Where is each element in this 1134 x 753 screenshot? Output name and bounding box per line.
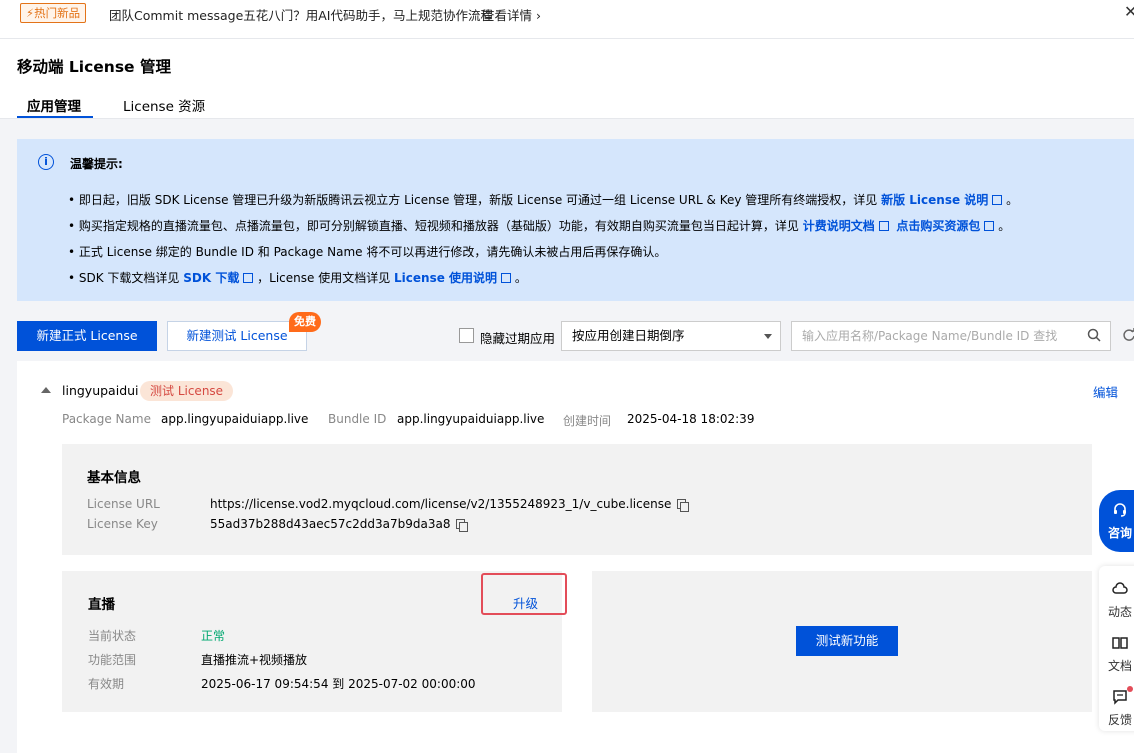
notice-line: • 即日起，旧版 SDK License 管理已升级为新版腾讯云视立方 Lice… — [68, 191, 1018, 208]
page-header: 移动端 License 管理 应用管理 License 资源 — [0, 39, 1134, 119]
notice-text: • SDK 下载文档详见 — [68, 271, 184, 285]
license-url-label: License URL — [87, 497, 160, 511]
license-url-value: https://license.vod2.myqcloud.com/licens… — [210, 497, 690, 512]
sdk-download-link[interactable]: SDK 下载 — [183, 271, 239, 285]
upgrade-link[interactable]: 升级 — [513, 593, 538, 612]
hide-expired-checkbox[interactable] — [459, 328, 474, 343]
license-key-value: 55ad37b288d43aec57c2dd3a7b9da3a8 — [210, 517, 469, 532]
scope-value: 直播推流+视频播放 — [201, 653, 308, 667]
app-card: lingyupaidui 测试 License 编辑 Package Name … — [17, 361, 1134, 753]
new-test-license-button[interactable]: 新建测试 License — [167, 321, 307, 351]
side-item-label: 动态 — [1108, 605, 1133, 619]
banner-text[interactable]: 团队Commit message五花八门？用AI代码助手，马上规范协作流程 — [109, 5, 493, 24]
side-item-updates[interactable]: 动态 — [1099, 572, 1134, 622]
notice-box: i 温馨提示: • 即日起，旧版 SDK License 管理已升级为新版腾讯云… — [17, 139, 1134, 301]
refresh-icon[interactable] — [1122, 328, 1134, 342]
license-usage-link[interactable]: License 使用说明 — [394, 271, 497, 285]
hide-expired-label[interactable]: 隐藏过期应用 — [480, 328, 555, 347]
search-icon[interactable] — [1087, 328, 1101, 342]
side-item-label: 文档 — [1108, 659, 1133, 673]
external-link-icon[interactable] — [984, 221, 995, 231]
search-input[interactable] — [791, 321, 1111, 351]
notice-text: ，License 使用文档详见 — [253, 271, 395, 285]
consult-button[interactable]: 咨询 — [1099, 490, 1134, 552]
notice-text: • 即日起，旧版 SDK License 管理已升级为新版腾讯云视立方 Lice… — [68, 193, 882, 207]
package-name-value: app.lingyupaiduiapp.live — [161, 412, 309, 426]
license-key-text: 55ad37b288d43aec57c2dd3a7b9da3a8 — [210, 517, 451, 531]
close-icon[interactable]: ✕ — [1124, 2, 1134, 21]
notice-tail: 。 — [994, 219, 1011, 233]
hot-badge: ⚡热门新品 — [20, 3, 87, 23]
notice-text: • 正式 License 绑定的 Bundle ID 和 Package Nam… — [68, 245, 667, 259]
feedback-icon — [1113, 690, 1127, 705]
new-formal-license-button[interactable]: 新建正式 License — [17, 321, 157, 351]
package-name-label: Package Name — [62, 412, 151, 426]
sort-select[interactable]: 按应用创建日期倒序 — [561, 321, 781, 351]
side-item-docs[interactable]: 文档 — [1099, 626, 1134, 676]
basic-info-title: 基本信息 — [87, 470, 141, 486]
collapse-icon[interactable] — [41, 387, 51, 393]
promo-banner: ⚡热门新品 团队Commit message五花八门？用AI代码助手，马上规范协… — [0, 0, 1134, 39]
side-tools: 动态 文档 反馈 — [1099, 566, 1134, 731]
banner-details-link[interactable]: 查看详情 › — [482, 5, 541, 24]
status-value: 正常 — [201, 629, 226, 643]
notice-line: • SDK 下载文档详见 SDK 下载 ，License 使用文档详见 Lice… — [68, 269, 527, 286]
sort-select-value: 按应用创建日期倒序 — [572, 328, 685, 343]
bundle-id-value: app.lingyupaiduiapp.live — [397, 412, 545, 426]
edit-link[interactable]: 编辑 — [1093, 382, 1118, 401]
notice-title: 温馨提示: — [70, 157, 123, 171]
active-tab-indicator — [17, 116, 93, 118]
notification-dot — [1127, 686, 1133, 692]
chevron-down-icon — [764, 334, 772, 339]
test-license-badge: 测试 License — [140, 381, 234, 401]
cloud-icon — [1112, 582, 1128, 594]
copy-icon[interactable] — [677, 499, 690, 512]
validity-label: 有效期 — [88, 677, 125, 691]
free-badge: 免费 — [289, 312, 321, 332]
copy-icon[interactable] — [456, 519, 469, 532]
live-title: 直播 — [88, 597, 115, 613]
billing-doc-link[interactable]: 计费说明文档 — [803, 219, 875, 233]
test-feature-panel: 测试新功能 — [592, 571, 1092, 712]
external-link-icon[interactable] — [878, 221, 889, 231]
external-link-icon[interactable] — [501, 273, 512, 283]
license-url-text: https://license.vod2.myqcloud.com/licens… — [210, 497, 672, 511]
notice-text: • 购买指定规格的直播流量包、点播流量包，即可分别解锁直播、短视频和播放器（基础… — [68, 219, 803, 233]
external-link-icon[interactable] — [992, 195, 1003, 205]
buy-package-link[interactable]: 点击购买资源包 — [896, 219, 980, 233]
created-time-label: 创建时间 — [563, 414, 612, 428]
validity-value: 2025-06-17 09:54:54 到 2025-07-02 00:00:0… — [201, 677, 476, 691]
new-license-doc-link[interactable]: 新版 License 说明 — [881, 193, 988, 207]
page-title: 移动端 License 管理 — [17, 58, 171, 76]
consult-label: 咨询 — [1108, 526, 1133, 540]
created-time-value: 2025-04-18 18:02:39 — [627, 412, 755, 426]
scope-label: 功能范围 — [88, 653, 137, 667]
tab-license-resources[interactable]: License 资源 — [123, 95, 205, 115]
bundle-id-label: Bundle ID — [328, 412, 387, 426]
status-label: 当前状态 — [88, 629, 137, 643]
live-panel: 直播 升级 当前状态 正常 功能范围 直播推流+视频播放 有效期 2025-06… — [62, 571, 567, 712]
notice-line: • 正式 License 绑定的 Bundle ID 和 Package Nam… — [68, 243, 666, 260]
notice-tail: 。 — [511, 271, 527, 285]
test-feature-button[interactable]: 测试新功能 — [796, 626, 898, 656]
license-key-label: License Key — [87, 517, 158, 531]
tab-app-management[interactable]: 应用管理 — [27, 95, 81, 115]
side-item-feedback[interactable]: 反馈 — [1099, 680, 1134, 730]
app-name: lingyupaidui — [62, 383, 139, 398]
notice-line: • 购买指定规格的直播流量包、点播流量包，即可分别解锁直播、短视频和播放器（基础… — [68, 217, 1010, 234]
headset-icon — [1114, 503, 1126, 517]
info-icon: i — [38, 154, 54, 170]
basic-info-panel: 基本信息 License URL https://license.vod2.my… — [62, 444, 1092, 555]
notice-tail: 。 — [1002, 193, 1019, 207]
book-icon — [1112, 637, 1128, 649]
external-link-icon[interactable] — [243, 273, 254, 283]
side-item-label: 反馈 — [1108, 713, 1133, 727]
